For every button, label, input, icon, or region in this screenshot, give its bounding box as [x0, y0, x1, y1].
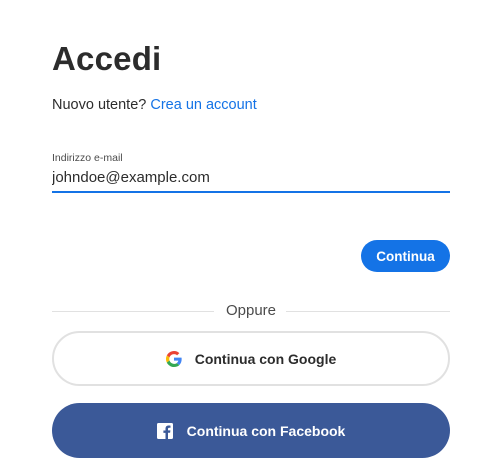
facebook-icon [156, 422, 173, 439]
facebook-button[interactable]: Continua con Facebook [52, 403, 450, 458]
new-user-row: Nuovo utente? Crea un account [52, 97, 257, 113]
continue-button[interactable]: Continua [361, 240, 450, 272]
google-button[interactable]: Continua con Google [52, 331, 450, 386]
facebook-button-label: Continua con Facebook [186, 422, 346, 439]
email-label: Indirizzo e-mail [52, 152, 123, 164]
divider-line-right [286, 311, 450, 312]
google-icon [165, 350, 182, 367]
create-account-link[interactable]: Crea un account [150, 97, 256, 113]
google-button-label: Continua con Google [194, 350, 337, 367]
page-title: Accedi [52, 40, 162, 77]
divider: Oppure [52, 302, 450, 320]
email-field[interactable] [52, 167, 450, 193]
new-user-text: Nuovo utente? [52, 97, 147, 113]
